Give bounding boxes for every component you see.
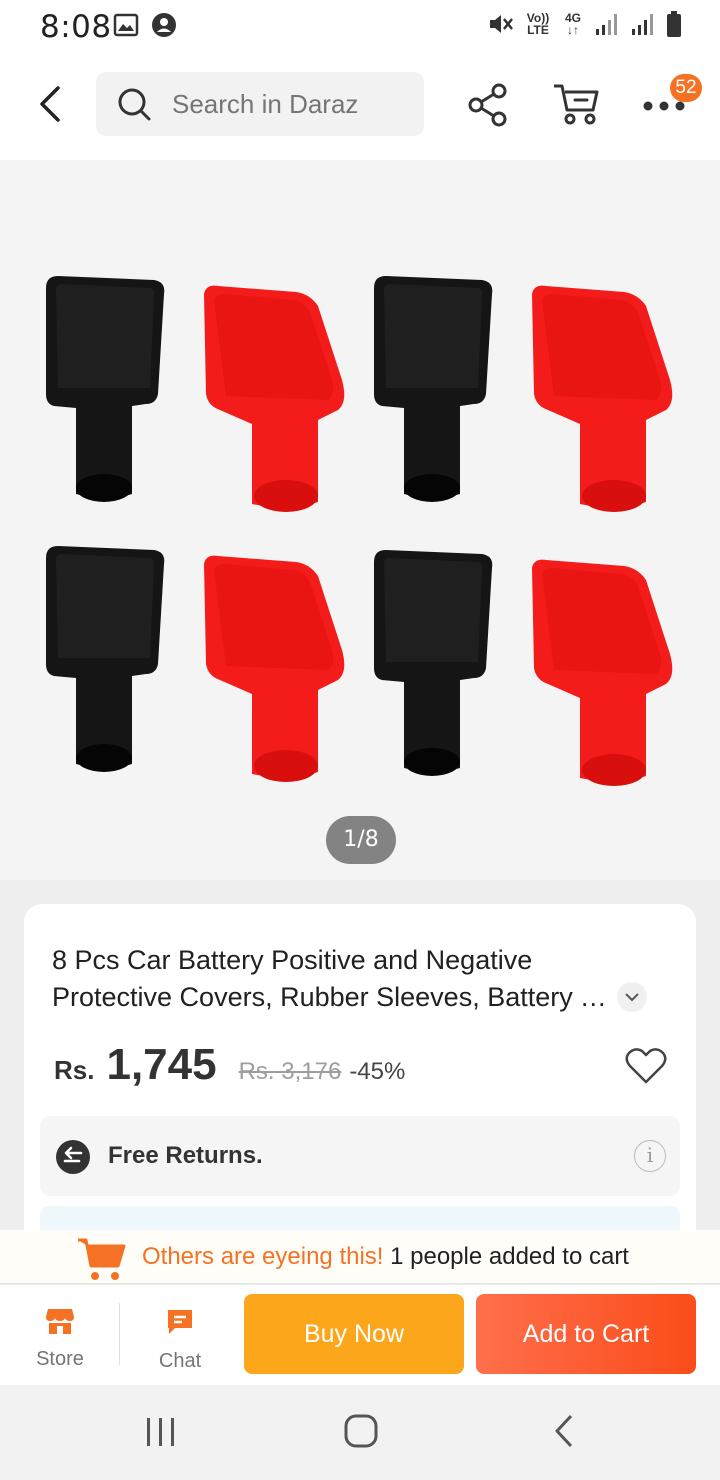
chat-label: Chat <box>158 1350 202 1372</box>
system-back-icon[interactable] <box>552 1413 576 1449</box>
cart-icon[interactable] <box>551 80 601 128</box>
4g-icon: 4G ↓↑ <box>564 11 581 37</box>
divider <box>119 1303 120 1365</box>
price-row: Rs. 1,745 Rs. 3,176 -45% <box>54 1040 405 1090</box>
chat-button[interactable]: Chat <box>140 1307 220 1373</box>
eyeing-count-text: 1 people added to cart <box>390 1243 629 1270</box>
original-price: Rs. 3,176 <box>238 1058 342 1085</box>
back-arrow-icon[interactable] <box>30 82 70 126</box>
store-label: Store <box>36 1348 84 1370</box>
eyeing-banner: Others are eyeing this! 1 people added t… <box>0 1230 720 1284</box>
recent-apps-icon[interactable] <box>144 1415 178 1449</box>
share-icon[interactable] <box>467 82 509 128</box>
discount-percent: -45% <box>349 1058 406 1085</box>
product-title-line2: Protective Covers, Rubber Sleeves, Batte… <box>52 982 618 1012</box>
cart-count-badge: 52 <box>670 74 702 102</box>
wishlist-heart-icon[interactable] <box>624 1046 668 1086</box>
current-price: 1,745 <box>106 1040 217 1089</box>
product-image <box>46 276 673 786</box>
mute-icon <box>490 15 513 33</box>
eyeing-text: Others are eyeing this! 1 people added t… <box>142 1243 629 1271</box>
free-returns-row[interactable]: Free Returns. i <box>40 1116 680 1196</box>
home-icon[interactable] <box>343 1413 379 1449</box>
image-icon <box>113 13 139 37</box>
status-left-icons <box>113 12 177 38</box>
product-info-card: 8 Pcs Car Battery Positive and Negative … <box>24 904 696 1264</box>
add-to-cart-button[interactable]: Add to Cart <box>476 1294 696 1374</box>
search-input[interactable] <box>172 84 412 124</box>
store-icon <box>46 1309 74 1334</box>
signal-icon <box>596 14 617 35</box>
account-icon <box>152 13 176 37</box>
bottom-action-bar: Store Chat Buy Now Add to Cart <box>0 1285 720 1385</box>
search-bar[interactable] <box>96 72 424 136</box>
chevron-down-icon[interactable] <box>617 982 647 1012</box>
status-time: 8:08 <box>40 9 112 45</box>
status-bar: 8:08 Vo)) LTE 4G ↓↑ <box>0 0 720 52</box>
store-button[interactable]: Store <box>20 1307 100 1371</box>
search-icon <box>118 88 151 121</box>
signal-icon <box>632 14 653 35</box>
buy-now-button[interactable]: Buy Now <box>244 1294 464 1374</box>
product-image-gallery[interactable]: 1/8 <box>0 160 720 880</box>
product-title: 8 Pcs Car Battery Positive and Negative … <box>52 942 632 1016</box>
volte-icon: Vo)) LTE <box>526 11 550 37</box>
return-icon <box>56 1140 90 1174</box>
image-counter: 1/8 <box>326 816 396 864</box>
free-returns-label: Free Returns. <box>108 1142 263 1169</box>
system-navigation-bar <box>0 1385 720 1480</box>
top-navigation <box>0 52 720 160</box>
chat-icon <box>168 1310 192 1334</box>
battery-icon <box>667 11 681 37</box>
product-title-line1: 8 Pcs Car Battery Positive and Negative <box>52 945 533 975</box>
status-right-icons: Vo)) LTE 4G ↓↑ <box>486 10 682 38</box>
eyeing-highlight: Others are eyeing this! <box>142 1243 384 1270</box>
info-icon[interactable]: i <box>634 1140 666 1172</box>
orange-cart-icon <box>78 1238 126 1280</box>
currency-label: Rs. <box>54 1055 95 1085</box>
